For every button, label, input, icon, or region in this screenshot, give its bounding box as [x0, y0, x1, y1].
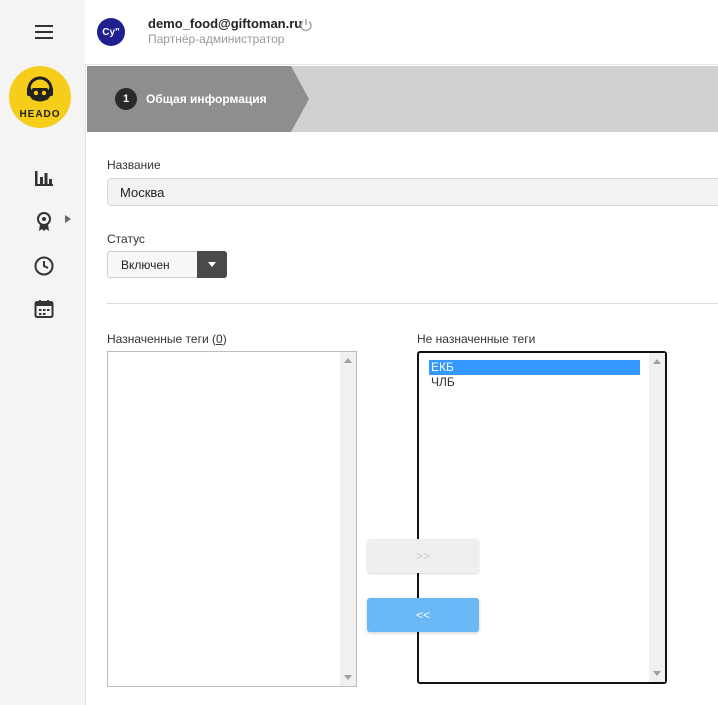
add-tag-button[interactable]: >>	[367, 539, 479, 573]
assigned-tags-label: Назначенные теги (0)	[107, 332, 227, 346]
assigned-tags-label-text: Назначенные теги (	[107, 332, 217, 346]
assigned-tags-label-end: )	[222, 332, 227, 346]
divider	[107, 303, 718, 304]
user-role: Партнёр-администратор	[148, 32, 285, 46]
scrollbar[interactable]	[649, 353, 665, 682]
name-input[interactable]: Москва	[107, 178, 718, 206]
scroll-down-icon[interactable]	[344, 675, 352, 680]
brand-logo[interactable]: HEADO	[9, 66, 71, 128]
bar-chart-icon[interactable]	[33, 167, 55, 189]
top-header: Су" demo_food@giftoman.ru Партнёр-админи…	[85, 0, 718, 65]
list-item[interactable]: ЧЛБ	[429, 375, 640, 390]
user-email: demo_food@giftoman.ru	[148, 16, 303, 31]
chevron-down-icon[interactable]	[197, 251, 227, 278]
scroll-up-icon[interactable]	[653, 359, 661, 364]
scroll-up-icon[interactable]	[344, 358, 352, 363]
power-icon[interactable]	[299, 18, 313, 32]
clock-icon[interactable]	[33, 255, 55, 277]
unassigned-tags-label: Не назначенные теги	[417, 332, 536, 346]
expand-arrow-icon[interactable]	[65, 215, 71, 223]
scroll-down-icon[interactable]	[653, 671, 661, 676]
status-value: Включен	[121, 258, 170, 272]
status-select[interactable]: Включен	[107, 251, 227, 278]
assigned-tags-list[interactable]	[107, 351, 357, 687]
sidebar: HEADO	[0, 0, 86, 705]
name-label: Название	[107, 158, 161, 172]
award-icon[interactable]	[33, 211, 55, 233]
menu-icon[interactable]	[35, 25, 53, 39]
step-label: Общая информация	[146, 92, 267, 106]
remove-tag-button[interactable]: <<	[367, 598, 479, 632]
avatar[interactable]: Су"	[97, 18, 125, 46]
step-general-info[interactable]: 1 Общая информация	[87, 66, 309, 132]
list-item[interactable]: ЕКБ	[429, 360, 640, 375]
unassigned-tags-list[interactable]: ЕКБ ЧЛБ	[417, 351, 667, 684]
step-number: 1	[115, 88, 137, 110]
status-label: Статус	[107, 232, 145, 246]
scrollbar[interactable]	[340, 352, 356, 686]
assigned-tags-count[interactable]: 0	[216, 332, 223, 346]
wizard-stepper: 1 Общая информация	[87, 66, 718, 132]
calendar-icon[interactable]	[33, 298, 55, 320]
logo-text: HEADO	[19, 109, 61, 120]
